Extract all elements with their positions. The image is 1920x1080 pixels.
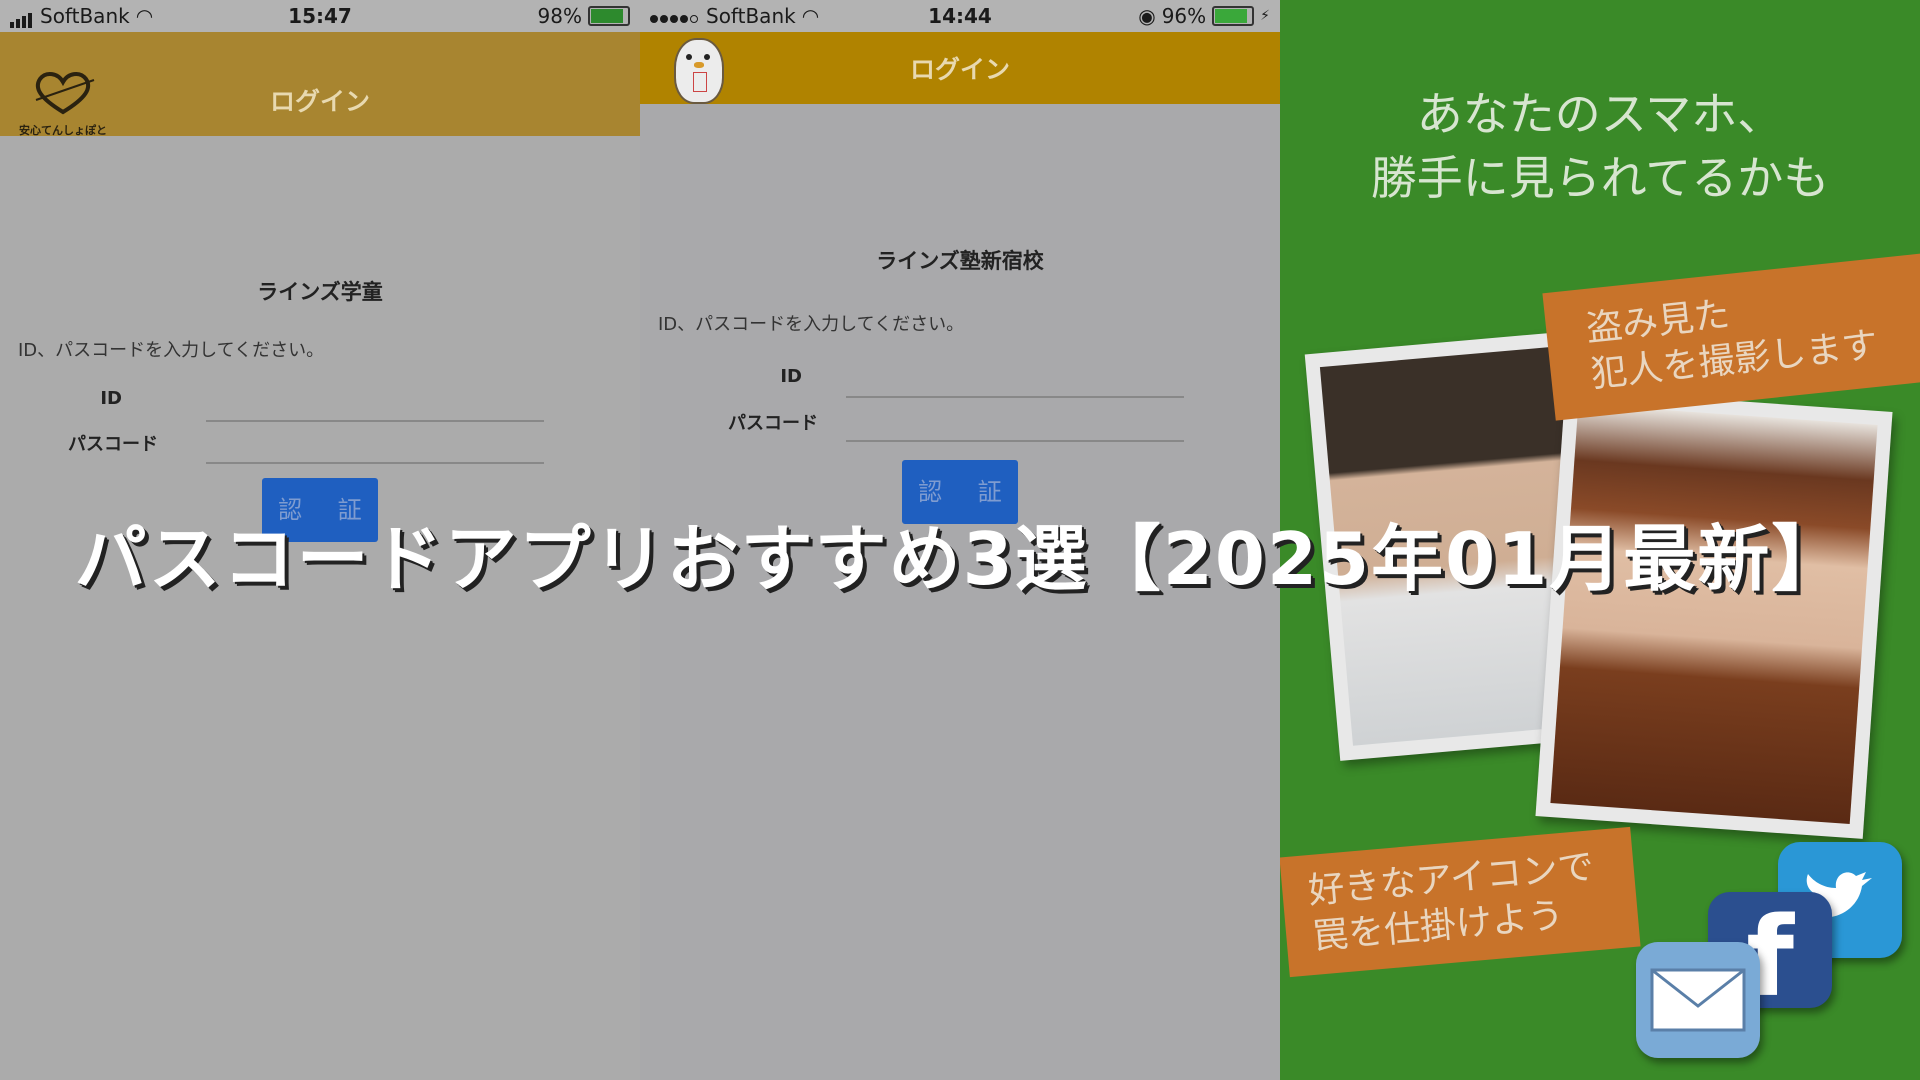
status-bar: SoftBank ◠ 15:47 98% (0, 0, 640, 32)
passcode-label: パスコード (68, 434, 158, 455)
id-input[interactable] (206, 392, 544, 422)
page-title: ログイン (909, 55, 1010, 84)
id-label: ID (780, 366, 802, 387)
charging-icon: ⚡ (1260, 8, 1270, 24)
article-title: パスコードアプリおすすめ3選【2025年01月最新】 (74, 517, 1846, 601)
headline-line-2: 勝手に見られてるかも (1370, 151, 1830, 205)
mail-icon (1636, 942, 1760, 1058)
passcode-input[interactable] (206, 434, 544, 464)
instruction-text: ID、パスコードを入力してください。 (18, 340, 325, 361)
promo-tag-capture: 盗み見た 犯人を撮影します (1542, 251, 1920, 421)
battery-icon (1212, 6, 1255, 26)
headline-line-1: あなたのスマホ、 (1416, 87, 1784, 141)
promo-headline: あなたのスマホ、 勝手に見られてるかも (1280, 82, 1920, 210)
app-header: ログイン (640, 32, 1280, 104)
orientation-lock-icon: ◉ (1138, 4, 1156, 28)
battery-icon (588, 6, 630, 26)
promo-tag-icon: 好きなアイコンで 罠を仕掛けよう (1280, 826, 1641, 978)
form-title: ラインズ学童 (257, 280, 383, 304)
passcode-input[interactable] (846, 412, 1184, 442)
page-title: ログイン (269, 87, 370, 116)
id-label: ID (100, 388, 122, 409)
form-title: ラインズ塾新宿校 (876, 249, 1044, 273)
logo-text: 安心てんしょぽと (19, 124, 107, 137)
battery-percent: 98% (537, 4, 582, 28)
status-bar: SoftBank ◠ 14:44 ◉ 96% ⚡ (640, 0, 1280, 32)
id-input[interactable] (846, 368, 1184, 398)
battery-percent: 96% (1161, 4, 1207, 28)
instruction-text: ID、パスコードを入力してください。 (658, 314, 965, 335)
app-header: 安心てんしょぽと ログイン (0, 32, 640, 137)
passcode-label: パスコード (728, 413, 818, 434)
photo-woman (1535, 389, 1893, 839)
